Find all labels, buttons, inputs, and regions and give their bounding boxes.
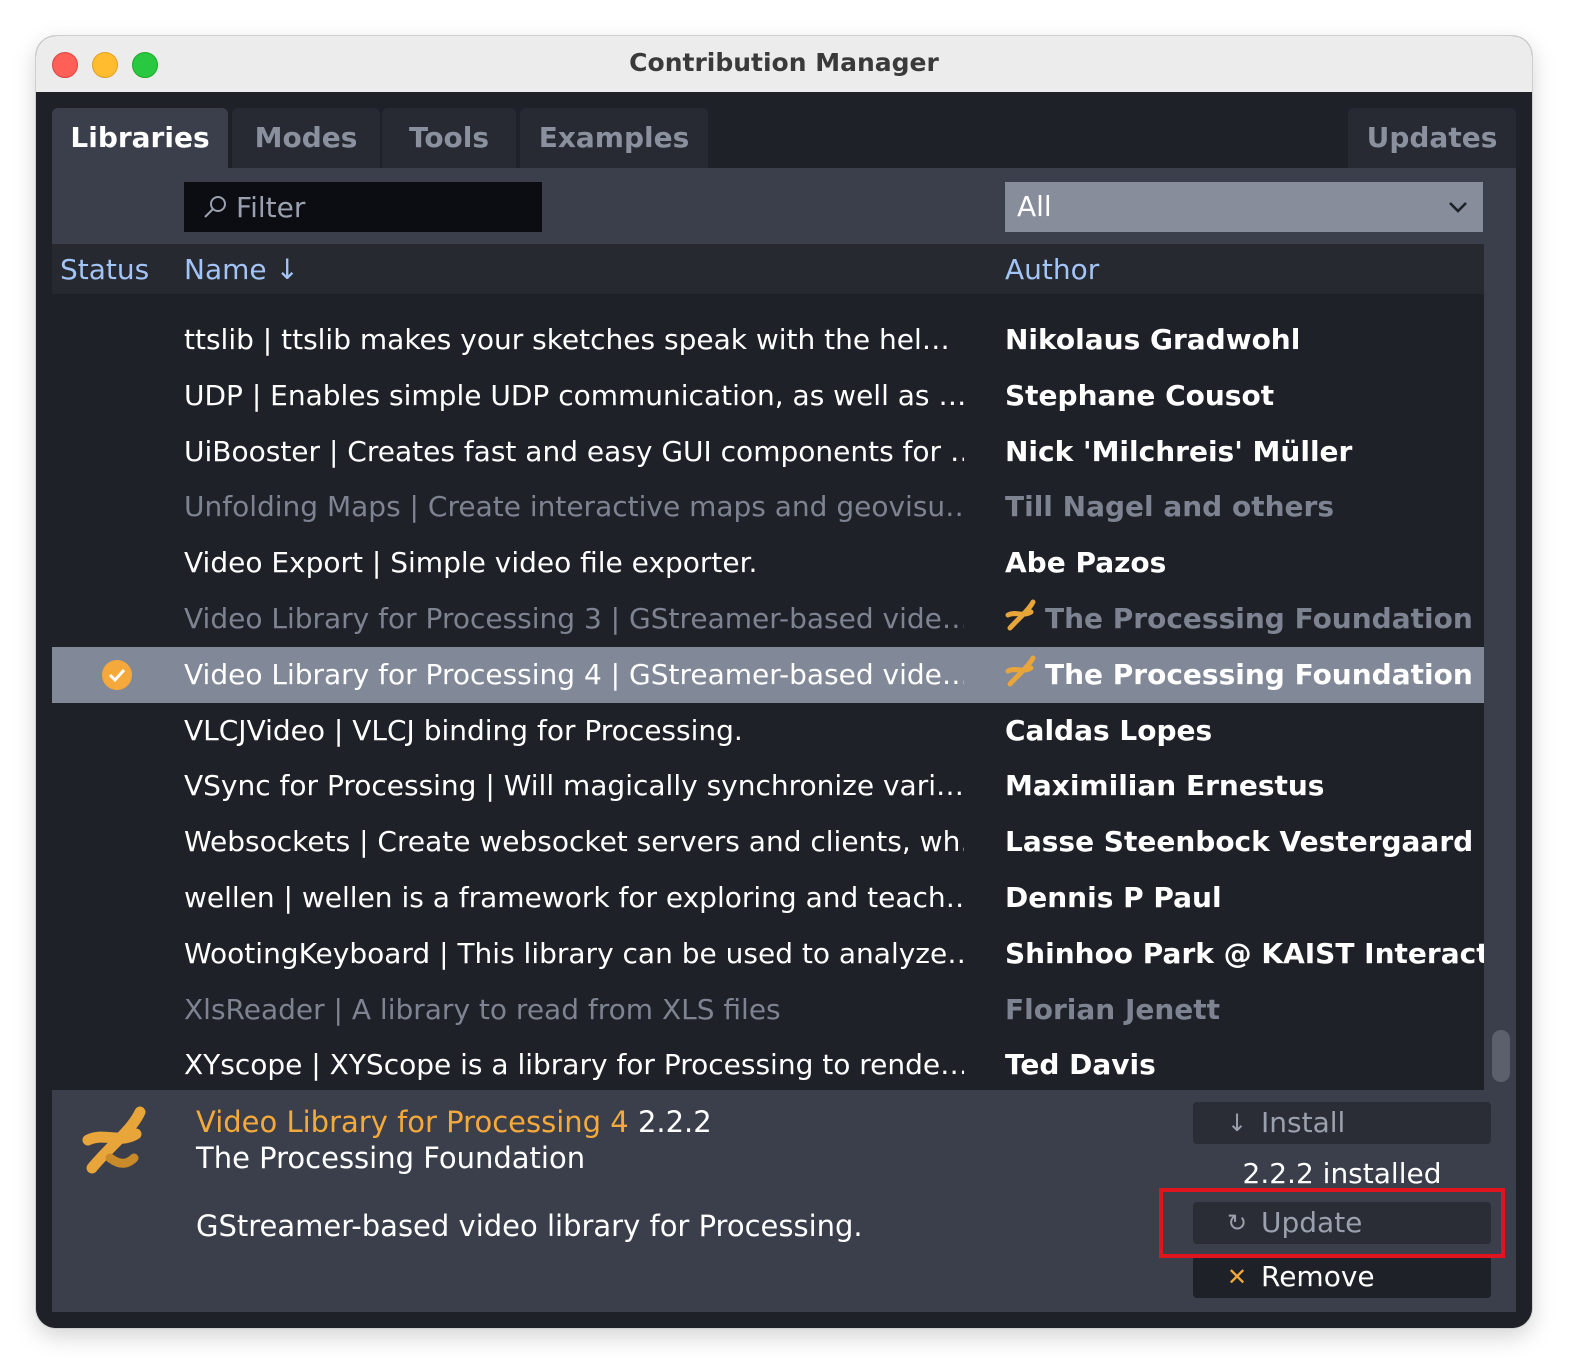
table-row[interactable]: wellen | wellen is a framework for explo… (52, 870, 1484, 926)
table-row[interactable]: Video Export | Simple video file exporte… (52, 535, 1484, 591)
processing-foundation-logo-icon (82, 1106, 146, 1174)
row-author: Nick 'Milchreis' Müller (1005, 424, 1484, 480)
row-library-name: wellen | wellen is a framework for explo… (184, 881, 964, 914)
row-author-name: Stephane Cousot (1005, 378, 1275, 412)
sort-arrow-icon: ↓ (275, 253, 299, 286)
row-library-name: ttslib | ttslib makes your sketches spea… (184, 323, 950, 356)
close-x-icon: ✕ (1227, 1263, 1248, 1291)
row-library-name: WootingKeyboard | This library can be us… (184, 936, 964, 970)
row-author: Nikolaus Gradwohl (1005, 312, 1484, 368)
installed-check-icon (102, 659, 132, 690)
table-row[interactable]: XYscope | XYScope is a library for Proce… (52, 1037, 1484, 1090)
row-author-name: Maximilian Ernestus (1005, 769, 1325, 803)
row-author-name: Till Nagel and others (1005, 490, 1334, 524)
detail-library-name: Video Library for Processing 4 (196, 1105, 629, 1139)
refresh-icon: ↻ (1227, 1209, 1248, 1237)
row-library-name: Websockets | Create websocket servers an… (184, 825, 964, 859)
update-button[interactable]: ↻ Update (1193, 1202, 1491, 1244)
row-library-name: XYscope | XYScope is a library for Proce… (184, 1048, 964, 1082)
row-author-name: Dennis P Paul (1005, 881, 1222, 914)
category-select[interactable]: All (1005, 182, 1483, 232)
filter-box[interactable] (184, 182, 542, 232)
chevron-down-icon (1449, 202, 1467, 213)
table-row[interactable]: Video Library for Processing 3 | GStream… (52, 591, 1484, 647)
row-library-name: Video Export | Simple video file exporte… (184, 546, 758, 580)
row-author-name: Nikolaus Gradwohl (1005, 323, 1301, 356)
category-select-value: All (1017, 190, 1052, 223)
row-author: Shinhoo Park @ KAIST Interacti… (1005, 926, 1484, 982)
window-body: Libraries Modes Tools Examples Updates A… (36, 92, 1532, 1328)
search-icon (204, 196, 226, 218)
column-header-status[interactable]: Status (60, 244, 149, 296)
row-author: Caldas Lopes (1005, 703, 1484, 759)
row-author: Abe Pazos (1005, 535, 1484, 591)
row-author-name: Abe Pazos (1005, 546, 1167, 580)
row-author: Florian Jenett (1005, 982, 1484, 1038)
filter-input[interactable] (236, 182, 536, 232)
tab-modes[interactable]: Modes (232, 108, 380, 168)
row-library-name: UiBooster | Creates fast and easy GUI co… (184, 434, 964, 468)
row-author: Stephane Cousot (1005, 368, 1484, 424)
table-row[interactable]: UDP | Enables simple UDP communication, … (52, 368, 1484, 424)
library-list: Status Name ↓ Author ▔▔▔▔▔▔▔▔▔▔▔▔▔▔▔▔▔▔▔… (52, 244, 1484, 1090)
row-author-name: Shinhoo Park @ KAIST Interacti… (1005, 936, 1484, 970)
row-author-name: Lasse Steenbock Vestergaard (1005, 825, 1474, 859)
row-author-name: Florian Jenett (1005, 992, 1221, 1026)
table-row[interactable]: VLCJVideo | VLCJ binding for Processing.… (52, 703, 1484, 759)
detail-library-title: Video Library for Processing 4 2.2.2 (196, 1102, 712, 1142)
row-library-name: VSync for Processing | Will magically sy… (184, 769, 964, 803)
row-author: Dennis P Paul (1005, 870, 1484, 926)
row-library-name: Video Library for Processing 3 | GStream… (184, 602, 964, 635)
row-author: The Processing Foundation (1005, 647, 1484, 703)
column-header-name[interactable]: Name ↓ (184, 244, 299, 296)
tab-libraries[interactable]: Libraries (52, 108, 228, 168)
row-author: Till Nagel and others (1005, 479, 1484, 535)
list-scrollbar-thumb[interactable] (1492, 1030, 1510, 1082)
tab-updates[interactable]: Updates (1348, 108, 1516, 168)
tab-examples[interactable]: Examples (520, 108, 708, 168)
libraries-panel: All Status Name ↓ Author ▔▔▔▔▔▔▔▔▔▔▔▔▔▔▔… (52, 168, 1516, 1312)
row-author: Ted Davis (1005, 1037, 1484, 1090)
table-row[interactable]: Video Library for Processing 4 | GStream… (52, 646, 1484, 703)
contribution-manager-window: Contribution Manager Libraries Modes Too… (36, 36, 1532, 1328)
table-row[interactable]: XlsReader | A library to read from XLS f… (52, 982, 1484, 1038)
list-header: Status Name ↓ Author (52, 244, 1484, 294)
processing-foundation-logo-icon (1005, 655, 1036, 687)
processing-foundation-logo-icon (1005, 599, 1036, 631)
row-author-name: The Processing Foundation (1045, 602, 1473, 635)
install-button[interactable]: ↓ Install (1193, 1102, 1491, 1144)
remove-button[interactable]: ✕ Remove (1193, 1256, 1491, 1298)
installed-version-label: 2.2.2 installed (1242, 1157, 1442, 1190)
library-detail-pane: Video Library for Processing 4 2.2.2 The… (52, 1090, 1516, 1312)
row-author-name: The Processing Foundation (1045, 657, 1473, 691)
row-author-name: Nick 'Milchreis' Müller (1005, 434, 1353, 468)
detail-author: The Processing Foundation (196, 1141, 586, 1175)
row-library-name: VLCJVideo | VLCJ binding for Processing. (184, 713, 743, 747)
row-author-name: Ted Davis (1005, 1048, 1156, 1082)
row-author: Lasse Steenbock Vestergaard (1005, 814, 1484, 870)
title-bar: Contribution Manager (36, 36, 1532, 93)
table-row[interactable]: Websockets | Create websocket servers an… (52, 814, 1484, 870)
detail-version: 2.2.2 (637, 1105, 712, 1139)
row-author-name: Caldas Lopes (1005, 713, 1213, 747)
row-library-name: XlsReader | A library to read from XLS f… (184, 992, 781, 1026)
row-author: Maximilian Ernestus (1005, 758, 1484, 814)
partial-row-cutoff: ▔▔▔▔▔▔▔▔▔▔▔▔▔▔▔▔▔▔▔▔▔▔▔▔▔▔▔▔▔▔▔ ▔▔▔▔▔▔▔▔… (52, 292, 1484, 300)
tab-tools[interactable]: Tools (382, 108, 516, 168)
table-row[interactable]: UiBooster | Creates fast and easy GUI co… (52, 424, 1484, 480)
column-header-author[interactable]: Author (1005, 244, 1099, 296)
row-library-name: Unfolding Maps | Create interactive maps… (184, 490, 964, 524)
download-arrow-icon: ↓ (1227, 1109, 1248, 1137)
column-header-name-label: Name (184, 253, 267, 286)
table-row[interactable]: ttslib | ttslib makes your sketches spea… (52, 312, 1484, 368)
detail-description: GStreamer-based video library for Proces… (196, 1209, 863, 1243)
table-row[interactable]: VSync for Processing | Will magically sy… (52, 758, 1484, 814)
row-author: The Processing Foundation (1005, 591, 1484, 647)
table-row[interactable]: WootingKeyboard | This library can be us… (52, 926, 1484, 982)
row-library-name: UDP | Enables simple UDP communication, … (184, 378, 964, 412)
table-row[interactable]: Unfolding Maps | Create interactive maps… (52, 479, 1484, 535)
row-library-name: Video Library for Processing 4 | GStream… (184, 657, 964, 691)
window-title: Contribution Manager (629, 48, 939, 77)
